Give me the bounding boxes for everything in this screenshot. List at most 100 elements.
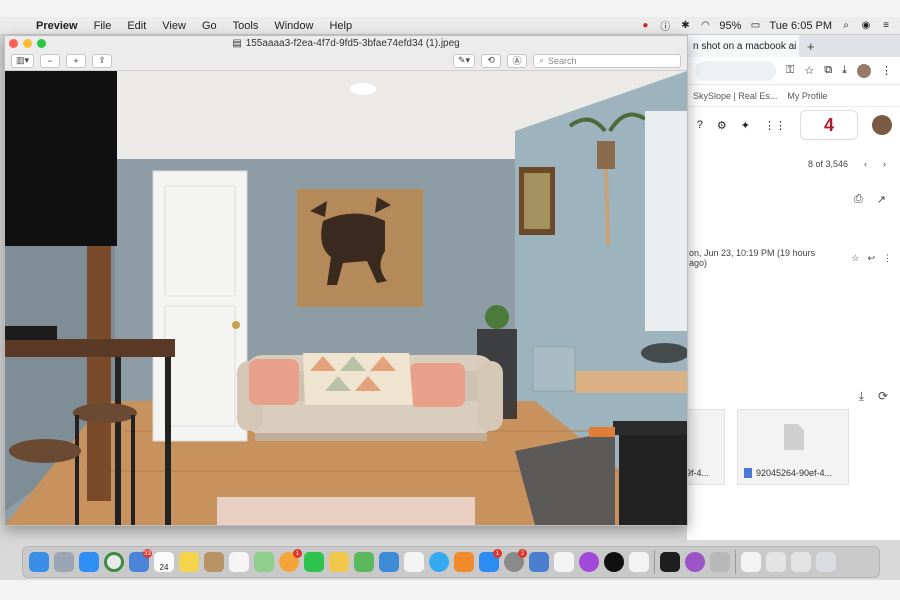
print-icon[interactable]: ⎙ <box>854 193 863 206</box>
message-date: on, Jun 23, 10:19 PM (19 hours ago) <box>689 248 816 268</box>
message-count: 8 of 3,546 <box>807 159 848 169</box>
message-more-icon[interactable]: ⋮ <box>883 253 900 264</box>
share-icon[interactable]: ⇪ <box>92 53 113 68</box>
safari-icon[interactable] <box>79 552 99 572</box>
extensions-icon[interactable]: ⧉ <box>824 64 832 77</box>
photos-icon[interactable]: 1 <box>279 549 302 572</box>
new-tab-icon[interactable]: + <box>799 39 823 54</box>
books-icon[interactable] <box>454 552 474 572</box>
notes-icon[interactable] <box>179 552 199 572</box>
pages-icon[interactable] <box>629 552 649 572</box>
browser-tab[interactable]: n shot on a macbook ai × <box>687 35 799 57</box>
trash-icon[interactable] <box>816 552 836 572</box>
menu-go[interactable]: Go <box>194 20 225 32</box>
zoom-out-icon[interactable]: − <box>40 53 61 68</box>
battery-percent: 95% <box>719 19 742 32</box>
address-bar[interactable] <box>695 60 777 81</box>
messages-icon[interactable] <box>429 552 449 572</box>
reply-icon[interactable]: ↩ <box>867 253 875 264</box>
info-icon[interactable]: ⓘ <box>659 20 671 33</box>
maps-icon[interactable] <box>254 552 274 572</box>
zoom-in-icon[interactable]: + <box>66 53 87 68</box>
profile-avatar[interactable] <box>857 63 871 78</box>
battery-icon[interactable]: ▭ <box>749 20 761 32</box>
apps-grid-icon[interactable]: ⋮⋮ <box>764 119 786 132</box>
message-actions: ⎙ ↗ <box>854 193 886 206</box>
message-meta: on, Jun 23, 10:19 PM (19 hours ago) ☆ ↩ … <box>687 248 900 268</box>
menu-help[interactable]: Help <box>321 20 360 32</box>
menu-window[interactable]: Window <box>266 20 321 32</box>
browser-window: n shot on a macbook ai × + ⚿ ☆ ⧉ ⤓ ⋮ Sky… <box>686 35 900 540</box>
file-icon: ▤ <box>232 38 242 49</box>
spotlight-icon[interactable]: ⌕ <box>840 20 852 32</box>
system-settings-icon[interactable]: 2 <box>504 549 527 572</box>
settings-gear-icon[interactable]: ⚙ <box>717 119 727 132</box>
attachment-card[interactable]: 92045264-90ef-4... <box>737 409 849 485</box>
control-center-icon[interactable]: ≡ <box>880 20 892 32</box>
utility-app-icon[interactable] <box>710 552 730 572</box>
sidebar-toggle-icon[interactable]: ▥▾ <box>11 53 35 68</box>
menu-file[interactable]: File <box>86 20 120 32</box>
podcasts-icon[interactable] <box>579 552 599 572</box>
zoom-window-button[interactable] <box>37 39 46 48</box>
next-message-icon[interactable]: › <box>883 159 886 169</box>
image-capture-icon[interactable] <box>529 552 549 572</box>
room-photo <box>5 71 687 525</box>
open-in-new-icon[interactable]: ↗ <box>877 193 886 206</box>
wifi-icon[interactable]: ◠ <box>699 20 711 32</box>
app-status-icon[interactable]: ● <box>639 20 651 32</box>
news-icon[interactable] <box>404 552 424 572</box>
search-field[interactable]: ⌕ Search <box>533 53 681 68</box>
gemini-sparkle-icon[interactable]: ✦ <box>741 119 750 132</box>
mail-icon[interactable]: 33 <box>129 549 152 572</box>
app-menu[interactable]: Preview <box>28 20 86 32</box>
download-all-icon[interactable]: ⤓ <box>859 389 864 404</box>
dock-separator <box>735 550 736 574</box>
minimize-window-button[interactable] <box>23 39 32 48</box>
bluetooth-icon[interactable]: ✱ <box>679 20 691 32</box>
bookmark-my-profile[interactable]: My Profile <box>787 91 827 101</box>
document-stack-icon[interactable] <box>741 552 761 572</box>
download-icon[interactable]: ⤓ <box>842 64 847 77</box>
apple-tv-icon[interactable] <box>604 552 624 572</box>
calendar-icon[interactable]: 24 <box>154 552 174 572</box>
app-store-icon[interactable]: 1 <box>479 549 502 572</box>
recent-app-icon[interactable] <box>685 552 705 572</box>
add-to-drive-icon[interactable]: ⟳ <box>878 389 888 404</box>
markup-toolbar-icon[interactable]: Ⓐ <box>507 53 527 68</box>
close-window-button[interactable] <box>9 39 18 48</box>
contacts-icon[interactable] <box>204 552 224 572</box>
terminal-icon[interactable] <box>660 552 680 572</box>
menu-view[interactable]: View <box>154 20 194 32</box>
downloads-stack-icon[interactable] <box>791 552 811 572</box>
keynote-icon[interactable] <box>379 552 399 572</box>
bookmark-skyslope[interactable]: SkySlope | Real Es... <box>693 91 777 101</box>
window-title: 155aaaa3-f2ea-4f7d-9fd5-3bfae74efd34 (1)… <box>245 38 460 49</box>
music-icon[interactable] <box>554 552 574 572</box>
reminders-icon[interactable] <box>229 552 249 572</box>
search-icon: ⌕ <box>539 55 545 65</box>
attachment-card[interactable]: 9f-4... <box>686 409 725 485</box>
prev-message-icon[interactable]: ‹ <box>864 159 867 169</box>
more-icon[interactable]: ⋮ <box>881 64 892 77</box>
account-avatar[interactable] <box>872 115 892 135</box>
menu-clock[interactable]: Tue 6:05 PM <box>769 20 832 32</box>
markup-pen-icon[interactable]: ✎▾ <box>452 53 475 68</box>
menu-tools[interactable]: Tools <box>225 20 267 32</box>
browser-tab-bar: n shot on a macbook ai × + <box>687 35 900 57</box>
user-icon[interactable]: ◉ <box>860 20 872 32</box>
rotate-icon[interactable]: ⟲ <box>481 53 501 68</box>
launchpad-icon[interactable] <box>54 552 74 572</box>
facetime-icon[interactable] <box>304 552 324 572</box>
key-icon[interactable]: ⚿ <box>786 64 794 77</box>
menu-edit[interactable]: Edit <box>119 20 154 32</box>
bookmark-star-icon[interactable]: ☆ <box>804 64 814 77</box>
help-icon[interactable]: ? <box>697 119 703 131</box>
freeform-icon[interactable] <box>329 552 349 572</box>
chrome-icon[interactable] <box>104 552 124 572</box>
screenshot-stack-icon[interactable] <box>766 552 786 572</box>
finder-icon[interactable] <box>29 552 49 572</box>
star-icon[interactable]: ☆ <box>851 253 859 264</box>
preview-title-bar[interactable]: ▤ 155aaaa3-f2ea-4f7d-9fd5-3bfae74efd34 (… <box>5 36 687 51</box>
numbers-icon[interactable] <box>354 552 374 572</box>
